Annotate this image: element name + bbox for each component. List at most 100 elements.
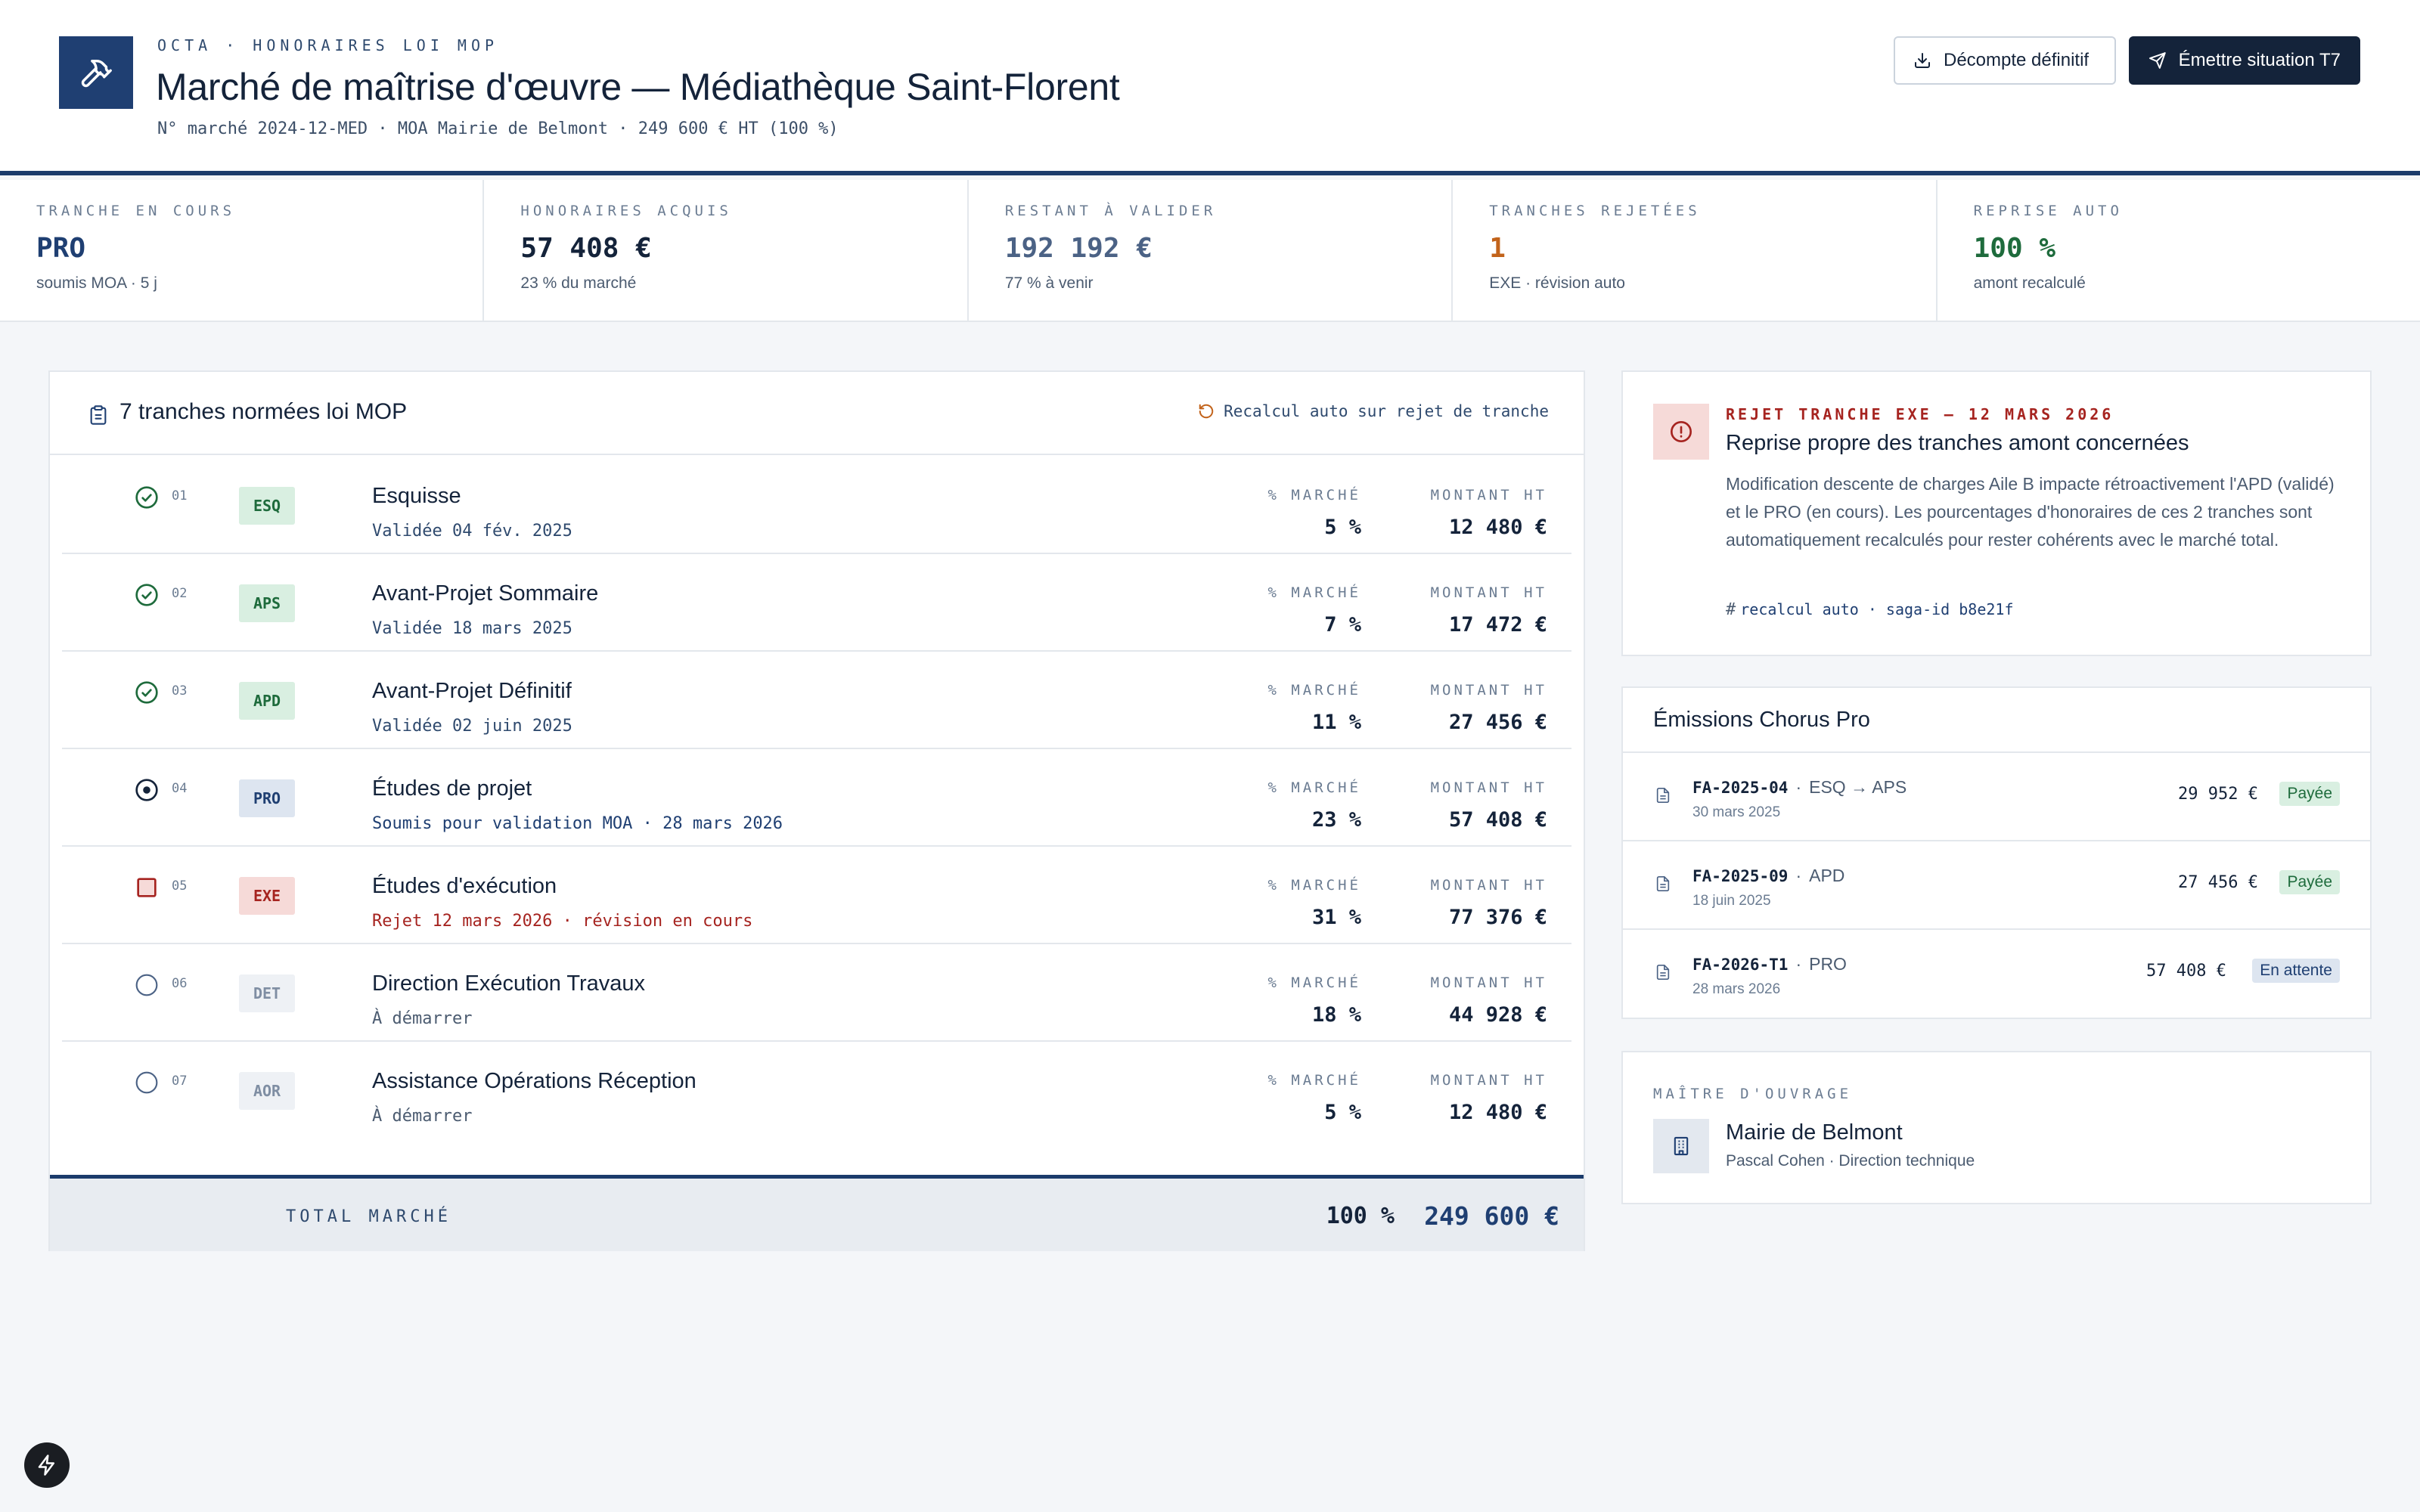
chorus-invoice-row[interactable]: FA-2025-04 · ESQ → APS 30 mars 2025 29 952… [1623, 753, 2370, 841]
tranche-name: Avant-Projet Sommaire [372, 581, 599, 606]
tranche-name: Études de projet [372, 776, 532, 801]
stat-value: 100 % [1973, 233, 2055, 264]
amount-column-label: MONTANT HT [1430, 584, 1547, 601]
emettre-situation-button[interactable]: Émettre situation T7 [2129, 36, 2360, 85]
tranche-pct: 23 % [1311, 808, 1361, 832]
rejet-alert-card: REJET TRANCHE EXE — 12 MARS 2026 Reprise… [1621, 370, 2372, 656]
app-logo [59, 36, 133, 109]
invoice-date: 28 mars 2026 [1692, 981, 1781, 997]
tranche-status-text: À démarrer [372, 1107, 473, 1126]
chorus-invoice-row[interactable]: FA-2025-09 · APD 18 juin 2025 27 456 € Pay… [1623, 841, 2370, 930]
invoice-desc: APD [1809, 866, 1845, 885]
stat-honoraires-acquis: HONORAIRES ACQUIS 57 408 € 23 % du march… [484, 180, 969, 321]
stats-bar: TRANCHE EN COURS PRO soumis MOA · 5 j HO… [0, 180, 2420, 322]
hash-icon: # [1726, 600, 1736, 619]
tranche-row-apd[interactable]: 03 APD Avant-Projet Définitif Validée 02… [62, 652, 1571, 749]
tranche-name: Direction Exécution Travaux [372, 971, 646, 996]
amount-column-label: MONTANT HT [1430, 1072, 1547, 1089]
pct-column-label: % MARCHÉ [1267, 487, 1361, 503]
tranche-row-aps[interactable]: 02 APS Avant-Projet Sommaire Validée 18 … [62, 554, 1571, 652]
stat-label: TRANCHES REJETÉES [1489, 203, 1701, 219]
tranche-index: 01 [172, 488, 188, 503]
tranche-code-badge: DET [239, 974, 295, 1012]
decompte-definitif-button[interactable]: Décompte définitif [1894, 36, 2116, 85]
document-icon [1656, 876, 1670, 891]
status-badge: Payée [2279, 870, 2340, 894]
tranche-amount: 12 480 € [1448, 1101, 1547, 1124]
decompte-definitif-label: Décompte définitif [1944, 50, 2090, 70]
tranche-name: Esquisse [372, 484, 461, 508]
stat-sub: 77 % à venir [1004, 274, 1094, 292]
tranche-code-badge: PRO [239, 779, 295, 817]
chorus-card-title: Émissions Chorus Pro [1623, 688, 2370, 753]
tranche-amount: 57 408 € [1448, 808, 1547, 832]
tranches-card: 7 tranches normées loi MOP Recalcul auto… [48, 370, 1585, 1251]
tranche-code-badge: APS [239, 584, 295, 622]
amount-column-label: MONTANT HT [1430, 779, 1547, 796]
tranche-code-badge: AOR [239, 1072, 295, 1110]
app-eyebrow: OCTA · HONORAIRES LOI MOP [157, 36, 499, 54]
tranche-index: 04 [172, 781, 188, 796]
amount-column-label: MONTANT HT [1430, 487, 1547, 503]
current-circle-icon [135, 779, 158, 801]
check-circle-icon [135, 681, 158, 704]
tranche-index: 07 [172, 1074, 188, 1089]
tranche-row-aor[interactable]: 07 AOR Assistance Opérations Réception À… [62, 1042, 1571, 1139]
recalc-auto-note: Recalcul auto sur rejet de tranche [1198, 402, 1549, 420]
total-pct: 100 % [1326, 1203, 1395, 1229]
tranche-name: Études d'exécution [372, 874, 557, 898]
pct-column-label: % MARCHÉ [1267, 974, 1361, 991]
stat-sub: EXE · révision auto [1489, 274, 1625, 292]
tranche-row-exe[interactable]: 05 EXE Études d'exécution Rejet 12 mars … [62, 847, 1571, 944]
tranche-amount: 77 376 € [1448, 906, 1547, 929]
tranche-index: 06 [172, 976, 188, 991]
stat-tranches-rejetees: TRANCHES REJETÉES 1 EXE · révision auto [1453, 180, 1938, 321]
stat-label: HONORAIRES ACQUIS [520, 203, 732, 219]
invoice-ref: FA-2026-T1 · PRO [1692, 954, 1847, 974]
tranche-status-text: À démarrer [372, 1009, 473, 1028]
amount-column-label: MONTANT HT [1430, 877, 1547, 894]
tranche-status-text: Soumis pour validation MOA · 28 mars 202… [372, 814, 783, 833]
page-header: OCTA · HONORAIRES LOI MOP Marché de maît… [0, 0, 2420, 175]
quick-action-button[interactable] [24, 1442, 70, 1488]
saga-tag: # recalcul auto · saga-id b8e21f [1726, 600, 2013, 619]
stat-sub: 23 % du marché [520, 274, 637, 292]
alert-icon-box [1653, 404, 1709, 460]
page-subtitle: N° marché 2024-12-MED · MOA Mairie de Be… [157, 119, 839, 138]
tranche-row-pro[interactable]: 04 PRO Études de projet Soumis pour vali… [62, 749, 1571, 847]
chorus-invoice-row[interactable]: FA-2026-T1 · PRO 28 mars 2026 57 408 € En … [1623, 930, 2370, 1018]
building-icon [1674, 1136, 1689, 1156]
page-title: Marché de maîtrise d'œuvre — Médiathèque… [156, 66, 1120, 108]
saga-tag-text: recalcul auto · saga-id b8e21f [1740, 600, 2014, 618]
invoice-number: FA-2025-09 [1692, 867, 1789, 885]
total-label: TOTAL MARCHÉ [286, 1207, 451, 1226]
amount-column-label: MONTANT HT [1430, 974, 1547, 991]
tranche-code-badge: ESQ [239, 487, 295, 525]
invoice-amount: 27 456 € [2178, 873, 2258, 892]
stat-reprise-auto: REPRISE AUTO 100 % amont recalculé [1938, 180, 2420, 321]
invoice-date: 18 juin 2025 [1692, 893, 1771, 909]
invoice-number: FA-2026-T1 [1692, 956, 1789, 974]
invoice-desc: PRO [1809, 954, 1847, 974]
clipboard-icon [90, 405, 107, 425]
stat-value: PRO [36, 233, 86, 264]
tranches-list: 01 ESQ Esquisse Validée 04 fév. 2025 % M… [62, 457, 1571, 1139]
pct-column-label: % MARCHÉ [1267, 877, 1361, 894]
bolt-icon [38, 1455, 54, 1476]
tranche-index: 02 [172, 586, 188, 601]
pct-column-label: % MARCHÉ [1267, 584, 1361, 601]
tranche-status-text: Rejet 12 mars 2026 · révision en cours [372, 912, 753, 931]
document-icon [1656, 965, 1670, 980]
stat-value: 1 [1489, 233, 1506, 264]
moa-icon-box [1653, 1119, 1709, 1173]
total-amount: 249 600 € [1424, 1201, 1559, 1231]
hammer-icon [81, 59, 112, 88]
stat-label: RESTANT À VALIDER [1004, 203, 1217, 219]
maitre-ouvrage-card: MAÎTRE D'OUVRAGE Mairie de Belmont Pasca… [1621, 1051, 2372, 1204]
moa-label: MAÎTRE D'OUVRAGE [1653, 1086, 1853, 1102]
tranche-row-det[interactable]: 06 DET Direction Exécution Travaux À dém… [62, 944, 1571, 1042]
tranche-name: Avant-Projet Définitif [372, 679, 572, 703]
tranche-row-esq[interactable]: 01 ESQ Esquisse Validée 04 fév. 2025 % M… [62, 457, 1571, 554]
tranche-index: 05 [172, 878, 188, 894]
send-icon [2149, 52, 2166, 69]
